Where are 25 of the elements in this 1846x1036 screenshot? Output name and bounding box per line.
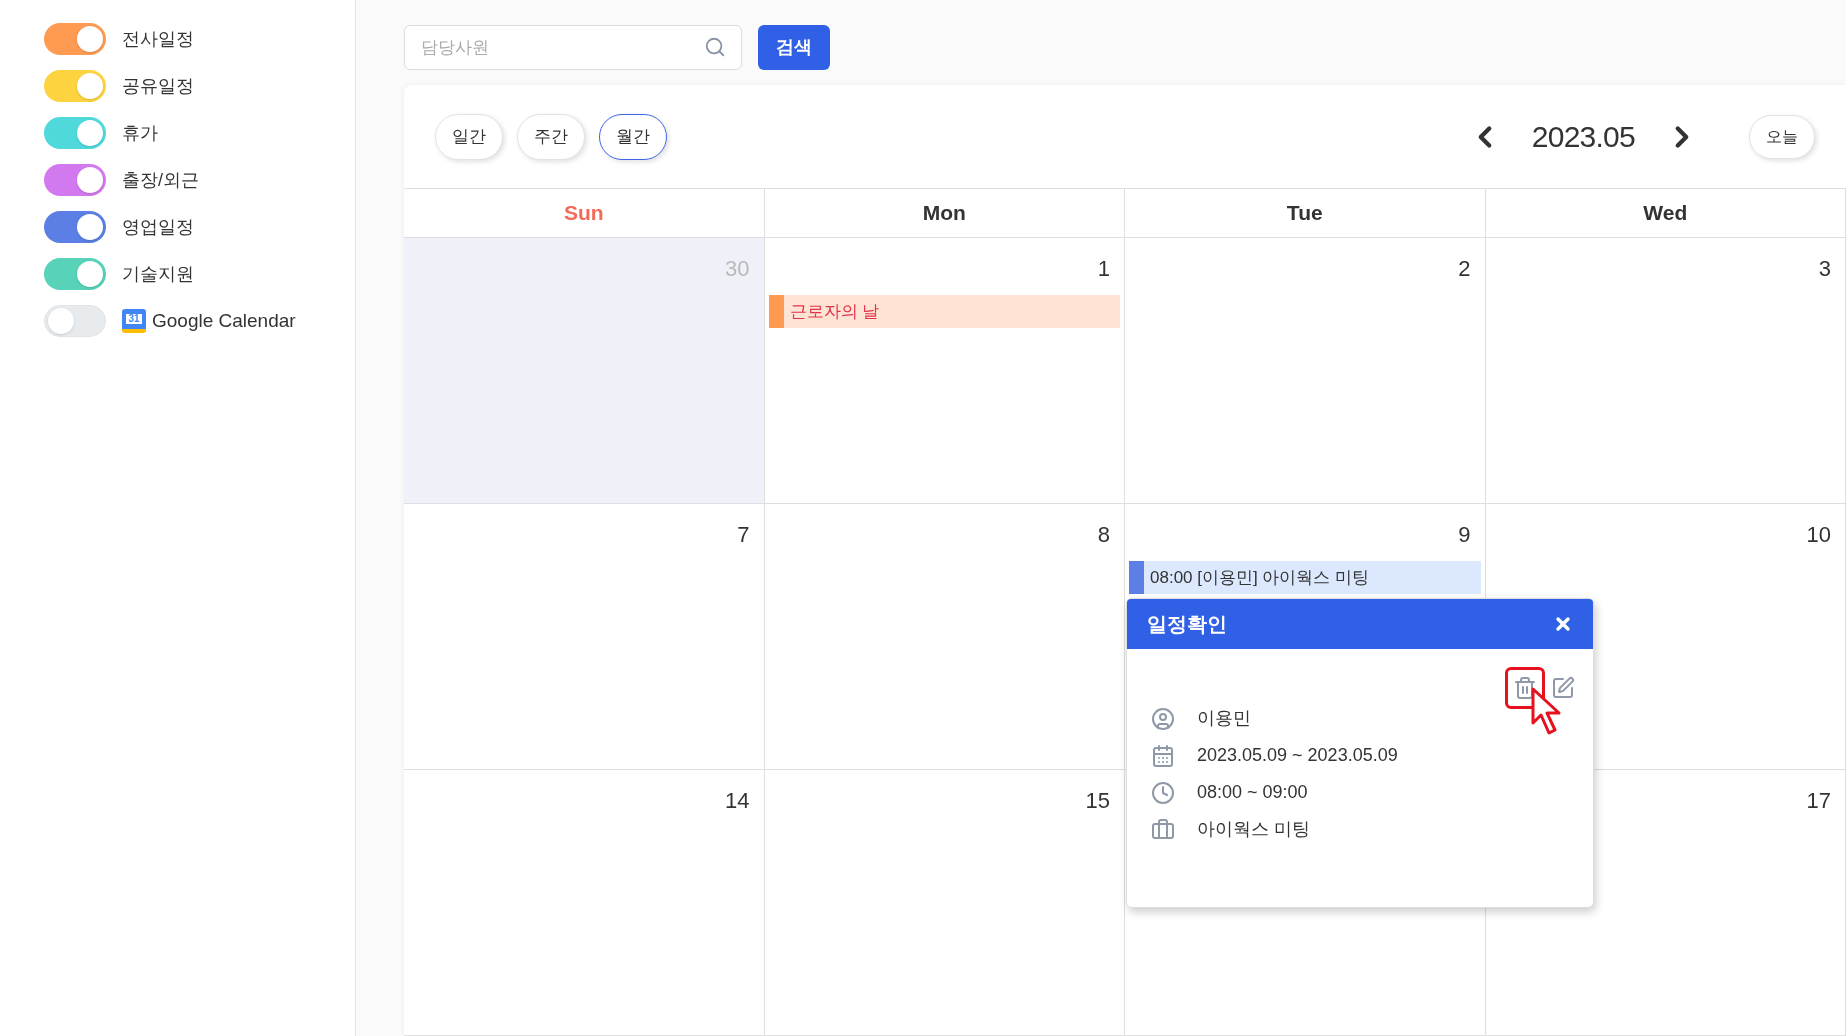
- calendar-label: 공유일정: [122, 74, 194, 98]
- day-number: 7: [737, 521, 751, 549]
- day-number: 14: [725, 787, 751, 815]
- calendar-label: 기술지원: [122, 262, 194, 286]
- event-detail: 08:00 ~ 09:00: [1197, 781, 1308, 804]
- day-number: 9: [1458, 521, 1472, 549]
- day-number: 30: [725, 255, 751, 283]
- day-number: 15: [1085, 787, 1111, 815]
- calendar-label: 휴가: [122, 121, 158, 145]
- month-title: 2023.05: [1531, 119, 1635, 155]
- event-detail: 아이웍스 미팅: [1197, 818, 1310, 841]
- event-detail: 2023.05.09 ~ 2023.05.09: [1197, 744, 1398, 767]
- calendar-label: 전사일정: [122, 27, 194, 51]
- calendar-label: 영업일정: [122, 215, 194, 239]
- calendar-label: Google Calendar: [152, 308, 296, 333]
- popup-title: 일정확인: [1147, 612, 1227, 637]
- calendar-label: 출장/외근: [122, 168, 199, 192]
- day-number: 8: [1097, 521, 1111, 549]
- day-number: 17: [1806, 787, 1832, 815]
- calendar-app-icon: 31: [122, 309, 146, 333]
- day-number: 10: [1806, 521, 1832, 549]
- day-number: 1: [1097, 255, 1111, 283]
- event-detail: 이용민: [1197, 707, 1251, 730]
- day-number: 3: [1818, 255, 1832, 283]
- day-number: 2: [1458, 255, 1472, 283]
